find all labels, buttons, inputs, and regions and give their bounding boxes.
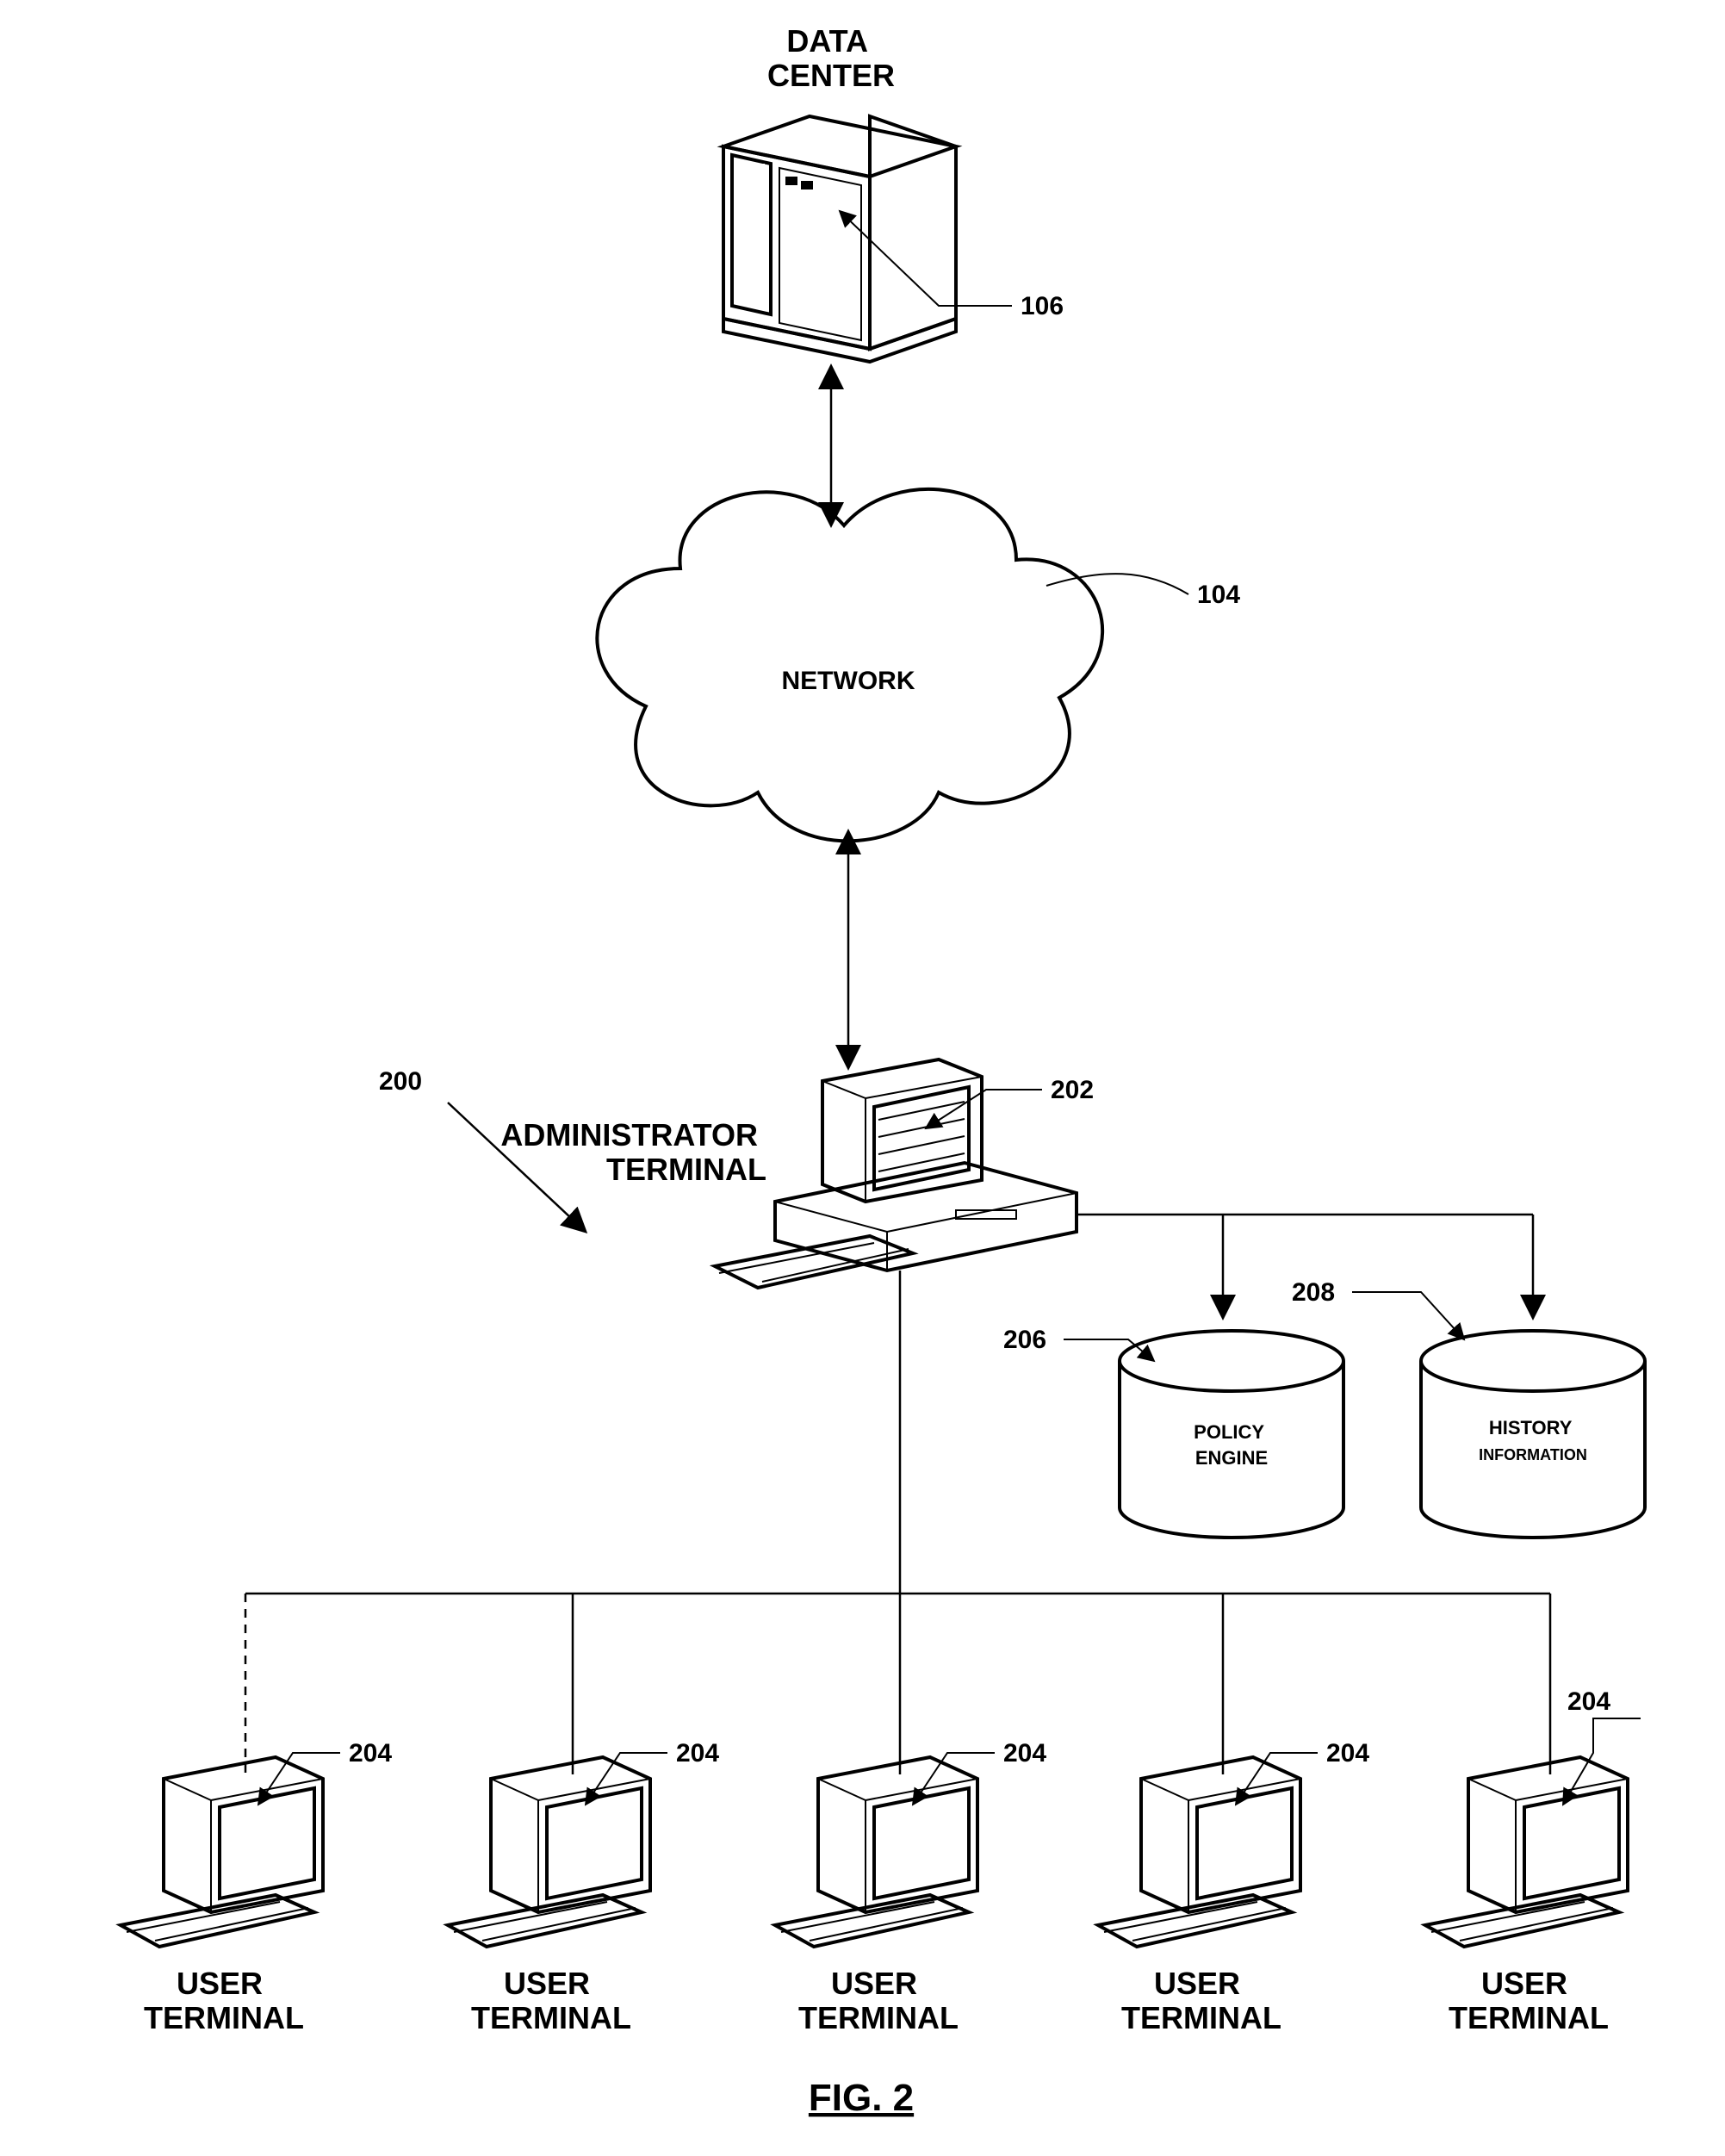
svg-text:208: 208 [1292,1278,1335,1307]
user-terminal-2 [448,1757,650,1947]
svg-text:202: 202 [1051,1076,1094,1104]
ref-104: 104 [1046,574,1240,609]
svg-text:104: 104 [1197,581,1240,609]
user-terminal-5 [1425,1757,1628,1947]
data-center-label: DATA CENTER [767,23,895,93]
svg-text:HISTORY INFORMATION: HISTORY INFORMATION [1479,1417,1587,1463]
ref-202: 202 [926,1076,1094,1128]
svg-text:POLICY ENGINE: POLICY ENGINE [1194,1421,1269,1469]
svg-text:204: 204 [676,1739,719,1768]
policy-engine-cylinder: POLICY ENGINE [1120,1331,1343,1538]
svg-text:200: 200 [379,1067,422,1096]
user-terminal-5-label: USER TERMINAL [1449,1966,1609,2035]
figure-caption: FIG. 2 [809,2077,914,2119]
user-terminal-4 [1098,1757,1300,1947]
svg-text:204: 204 [1326,1739,1369,1768]
user-terminal-3 [775,1757,977,1947]
svg-text:206: 206 [1003,1326,1046,1354]
user-terminal-2-label: USER TERMINAL [471,1966,631,2035]
user-terminal-1-label: USER TERMINAL [144,1966,304,2035]
ref-106: 106 [840,211,1064,320]
admin-terminal-label: ADMINISTRATOR TERMINAL [500,1117,766,1187]
network-cloud: NETWORK [597,489,1102,841]
svg-text:NETWORK: NETWORK [782,667,915,695]
server-icon [723,116,956,362]
svg-text:204: 204 [1567,1687,1610,1716]
svg-text:204: 204 [349,1739,392,1768]
history-info-cylinder: HISTORY INFORMATION [1421,1331,1645,1538]
svg-text:106: 106 [1021,292,1064,320]
user-terminal-1 [121,1757,323,1947]
svg-text:204: 204 [1003,1739,1046,1768]
admin-terminal-icon [715,1059,1077,1288]
user-terminal-4-label: USER TERMINAL [1121,1966,1281,2035]
ref-206: 206 [1003,1326,1154,1361]
user-terminal-3-label: USER TERMINAL [798,1966,959,2035]
ref-208: 208 [1292,1278,1464,1339]
